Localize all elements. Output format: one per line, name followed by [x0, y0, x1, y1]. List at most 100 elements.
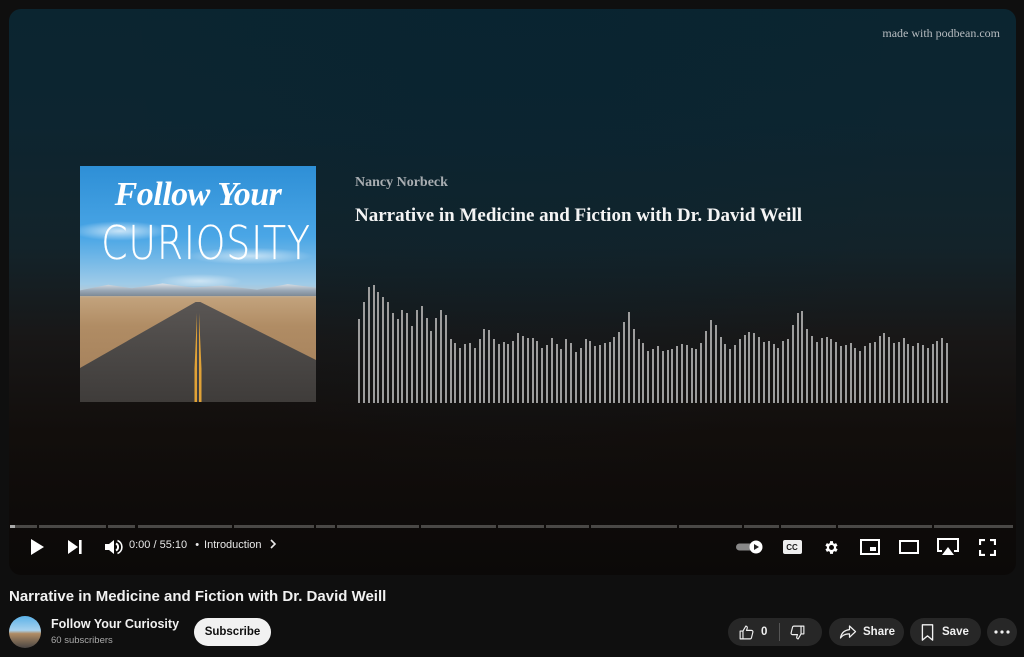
- chapter-label[interactable]: Introduction: [204, 539, 261, 551]
- waveform-bar: [623, 321, 626, 403]
- waveform-bar: [372, 285, 375, 403]
- waveform-bar: [512, 340, 515, 403]
- chapter-segment[interactable]: [316, 525, 336, 528]
- waveform-bar: [493, 339, 495, 403]
- waveform-bar: [714, 325, 717, 403]
- chapter-segment[interactable]: [743, 525, 779, 528]
- chapter-segment[interactable]: [933, 525, 1013, 528]
- chapter-dot: •: [195, 539, 200, 551]
- miniplayer-button[interactable]: [858, 532, 882, 562]
- waveform-bar: [690, 347, 693, 403]
- waveform-bar: [844, 345, 847, 403]
- waveform-bar: [358, 319, 360, 403]
- airplay-icon: [937, 538, 959, 555]
- like-button[interactable]: 0: [728, 618, 767, 646]
- next-button[interactable]: [64, 532, 86, 562]
- waveform-bar: [709, 320, 712, 403]
- save-button[interactable]: Save: [910, 618, 981, 646]
- like-dislike-group: 0: [728, 618, 822, 646]
- share-button[interactable]: Share: [829, 618, 904, 646]
- theater-mode-button[interactable]: [897, 532, 921, 562]
- waveform-bar: [439, 309, 442, 403]
- waveform-bar: [849, 342, 852, 403]
- waveform-bar: [873, 341, 876, 403]
- episode-title: Narrative in Medicine and Fiction with D…: [355, 205, 803, 226]
- chapter-segment[interactable]: [591, 525, 677, 528]
- waveform-bar: [454, 342, 457, 403]
- audio-waveform: [358, 279, 948, 403]
- volume-button[interactable]: [103, 532, 125, 562]
- waveform-bar: [791, 325, 794, 403]
- waveform-bar: [912, 346, 915, 403]
- waveform-bar: [946, 342, 948, 403]
- waveform-bar: [753, 333, 756, 403]
- waveform-bar: [425, 318, 428, 403]
- waveform-bar: [603, 342, 606, 403]
- waveform-bar: [367, 287, 370, 403]
- like-count: 0: [761, 626, 768, 638]
- progress-bar[interactable]: [10, 525, 1014, 528]
- play-button[interactable]: [26, 532, 48, 562]
- dislike-button[interactable]: [780, 618, 806, 646]
- current-time: 0:00: [129, 539, 151, 551]
- share-label: Share: [863, 626, 895, 638]
- podcast-cover-art: Follow Your CURIOSITY: [80, 166, 316, 402]
- duration: 55:10: [159, 539, 188, 551]
- time-display: 0:00 / 55:10 • Introduction: [129, 539, 277, 551]
- chapter-segment[interactable]: [233, 525, 315, 528]
- waveform-bar: [444, 314, 447, 403]
- waveform-bar: [695, 348, 698, 403]
- cover-title-line1: Follow Your: [114, 176, 282, 213]
- waveform-bar: [719, 336, 722, 403]
- subscribe-button[interactable]: Subscribe: [194, 618, 271, 646]
- chapter-segment[interactable]: [108, 525, 136, 528]
- waveform-bar: [772, 344, 775, 403]
- share-icon: [839, 625, 857, 639]
- waveform-bar: [435, 318, 438, 403]
- chapter-segment[interactable]: [337, 525, 419, 528]
- waveform-bar: [526, 338, 529, 403]
- channel-avatar[interactable]: [9, 616, 41, 648]
- waveform-bar: [647, 351, 650, 403]
- podbean-credit: made with podbean.com: [882, 26, 1000, 40]
- waveform-bar: [767, 340, 770, 403]
- waveform-bar: [936, 340, 939, 403]
- waveform-bar: [748, 332, 751, 403]
- chapter-segment[interactable]: [838, 525, 932, 528]
- chevron-right-icon[interactable]: [269, 539, 277, 549]
- chapter-segment[interactable]: [39, 525, 107, 528]
- waveform-bar: [801, 311, 804, 403]
- waveform-bar: [473, 347, 476, 403]
- chapter-segment[interactable]: [678, 525, 742, 528]
- chapter-segment[interactable]: [137, 525, 232, 528]
- waveform-bar: [584, 339, 587, 403]
- channel-name[interactable]: Follow Your Curiosity: [51, 617, 179, 631]
- airplay-button[interactable]: [935, 532, 961, 562]
- chapter-segment[interactable]: [781, 525, 837, 528]
- waveform-bar: [382, 296, 385, 403]
- chapter-segment[interactable]: [420, 525, 496, 528]
- subscriber-count: 60 subscribers: [51, 635, 113, 646]
- waveform-bar: [777, 347, 780, 403]
- progress-played: [10, 525, 15, 528]
- captions-button[interactable]: CC: [781, 532, 803, 562]
- waveform-bar: [362, 301, 365, 403]
- waveform-bar: [652, 348, 654, 403]
- autoplay-toggle[interactable]: [735, 532, 765, 562]
- autoplay-toggle-icon: [736, 540, 763, 554]
- waveform-bar: [787, 339, 789, 403]
- settings-button[interactable]: [820, 532, 842, 562]
- waveform-bar: [840, 346, 842, 403]
- chapter-segment[interactable]: [497, 525, 545, 528]
- fullscreen-button[interactable]: [976, 532, 998, 562]
- waveform-bar: [565, 339, 568, 403]
- waveform-bar: [854, 347, 857, 403]
- chapter-segment[interactable]: [546, 525, 590, 528]
- waveform-bar: [449, 339, 452, 403]
- video-player[interactable]: made with podbean.com Follow Your CURIOS…: [9, 9, 1016, 575]
- more-actions-button[interactable]: [987, 618, 1017, 646]
- waveform-bar: [546, 345, 548, 403]
- waveform-bar: [888, 336, 891, 403]
- waveform-bar: [724, 344, 727, 403]
- waveform-bar: [594, 346, 597, 403]
